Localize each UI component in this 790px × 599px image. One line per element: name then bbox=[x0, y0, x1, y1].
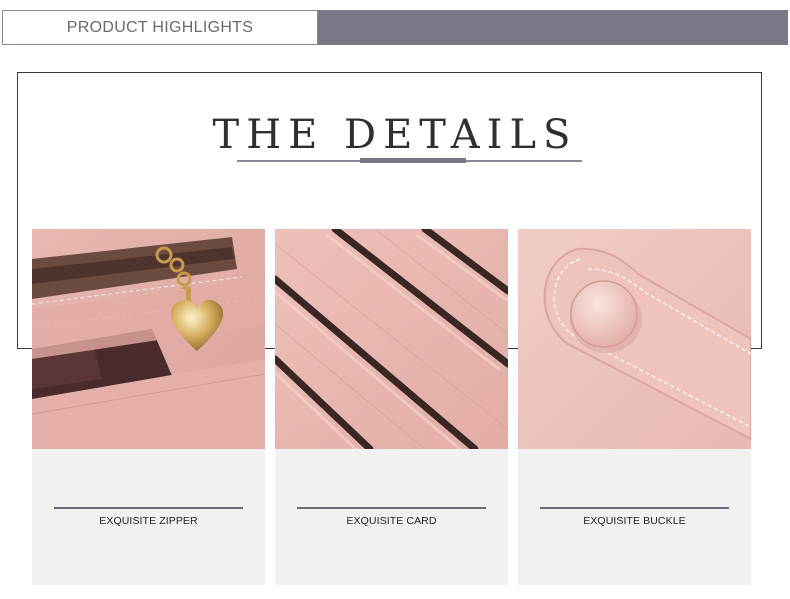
card-caption: EXQUISITE BUCKLE bbox=[583, 515, 686, 527]
caption-rule bbox=[54, 507, 243, 509]
product-card-zipper: EXQUISITE ZIPPER bbox=[32, 229, 265, 585]
caption-rule bbox=[297, 507, 486, 509]
banner-label: PRODUCT HIGHLIGHTS bbox=[2, 10, 318, 45]
details-title: THE DETAILS bbox=[212, 112, 578, 158]
buckle-photo bbox=[518, 229, 751, 449]
title-underline-accent bbox=[360, 158, 466, 163]
product-card-card-slots: EXQUISITE CARD bbox=[275, 229, 508, 585]
banner-bar bbox=[318, 10, 788, 45]
card-caption: EXQUISITE ZIPPER bbox=[99, 515, 198, 527]
card-slots-photo bbox=[275, 229, 508, 449]
product-card-buckle: EXQUISITE BUCKLE bbox=[518, 229, 751, 585]
card-caption: EXQUISITE CARD bbox=[346, 515, 437, 527]
section-banner: PRODUCT HIGHLIGHTS bbox=[2, 10, 788, 45]
caption-rule bbox=[540, 507, 729, 509]
zipper-photo bbox=[32, 229, 265, 449]
